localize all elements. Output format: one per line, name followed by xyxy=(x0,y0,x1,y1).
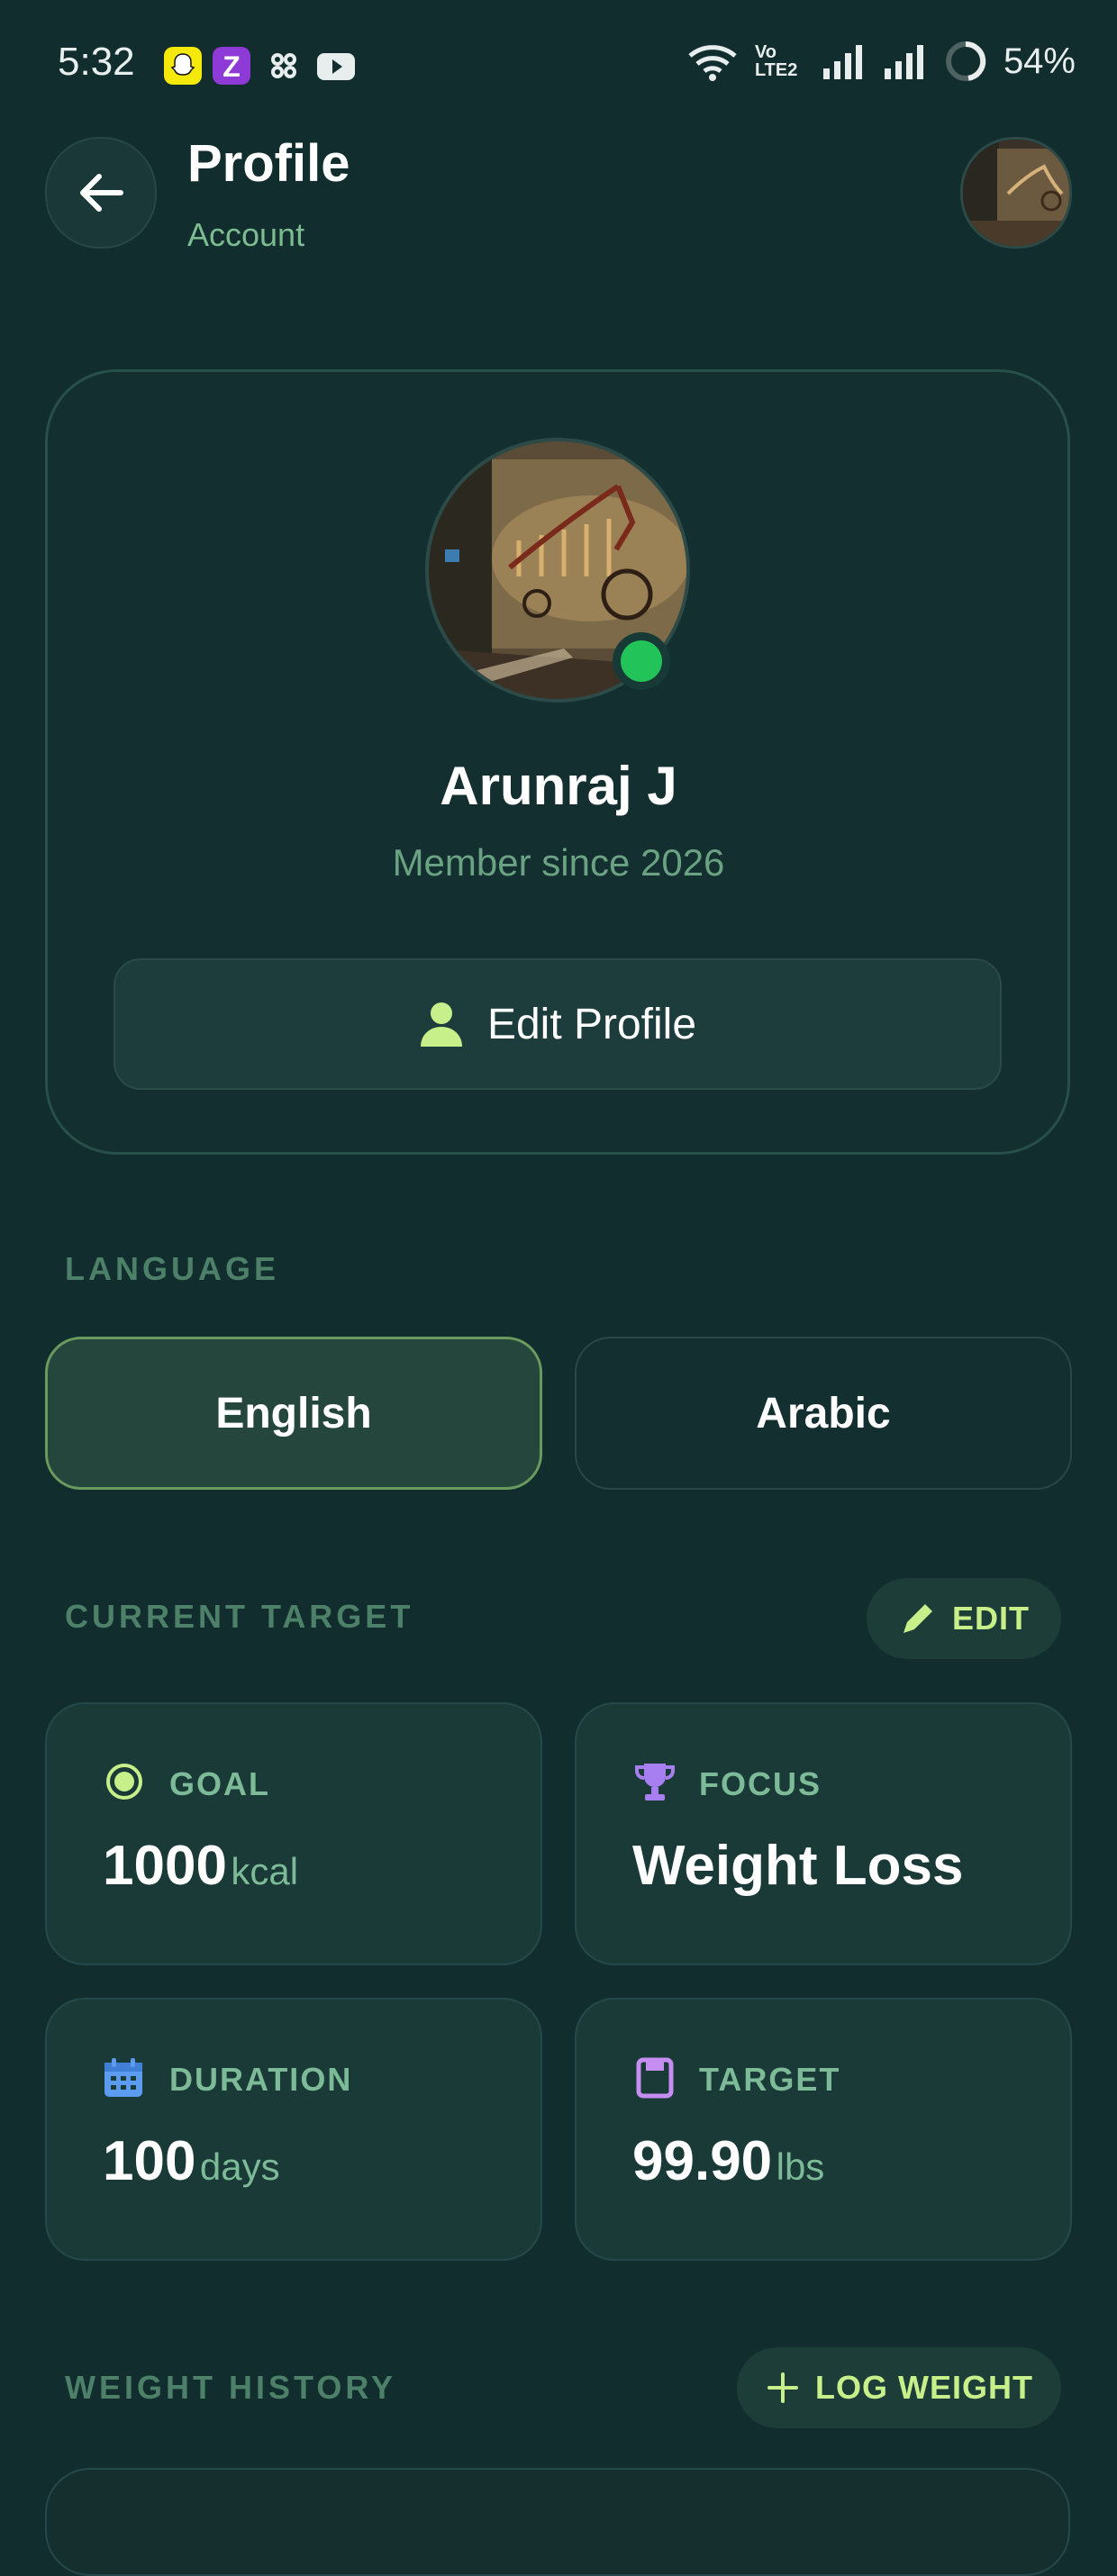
network-type: Vo LTE2 xyxy=(754,42,798,80)
edit-profile-label: Edit Profile xyxy=(486,1000,697,1048)
target-value: 99.90 xyxy=(632,2130,773,2192)
wifi-icon xyxy=(688,45,737,81)
current-target-section-label: CURRENT TARGET xyxy=(65,1598,414,1635)
youtube-icon xyxy=(315,47,355,85)
target-unit: lbs xyxy=(776,2145,825,2188)
page-title: Profile xyxy=(187,134,350,193)
duration-value-row: 100 days xyxy=(103,2129,280,2193)
target-icon xyxy=(106,1764,142,1800)
duration-label: DURATION xyxy=(169,2061,353,2098)
weight-history-card xyxy=(45,2468,1070,2576)
trophy-icon xyxy=(635,1764,675,1800)
duration-unit: days xyxy=(199,2145,280,2188)
calendar-icon xyxy=(104,2058,142,2097)
status-icons: Vo LTE2 54% xyxy=(686,40,1076,83)
focus-label: FOCUS xyxy=(699,1765,822,1802)
snapchat-icon xyxy=(164,47,202,85)
goal-label: GOAL xyxy=(169,1765,270,1802)
page-subtitle: Account xyxy=(187,216,305,253)
arrow-left-icon xyxy=(80,174,123,212)
weight-history-section-label: WEIGHT HISTORY xyxy=(65,2369,397,2406)
svg-text:Z: Z xyxy=(222,50,241,83)
signal-icon-2 xyxy=(884,45,923,79)
goal-value: 1000 xyxy=(103,1835,227,1897)
battery-ring-icon xyxy=(945,41,986,81)
edit-profile-button[interactable]: Edit Profile xyxy=(114,958,1002,1090)
log-weight-label: LOG WEIGHT xyxy=(815,2369,1033,2406)
duration-value: 100 xyxy=(103,2130,196,2192)
target-label: TARGET xyxy=(699,2061,841,2098)
language-option-arabic[interactable]: Arabic xyxy=(575,1337,1072,1490)
edit-target-button[interactable]: EDIT xyxy=(867,1578,1061,1659)
scale-icon xyxy=(636,2057,674,2099)
header-avatar[interactable] xyxy=(960,137,1072,249)
member-since: Member since 2026 xyxy=(392,841,725,884)
log-weight-button[interactable]: LOG WEIGHT xyxy=(737,2347,1061,2428)
plus-icon xyxy=(767,2372,798,2403)
edit-target-label: EDIT xyxy=(951,1600,1030,1637)
pencil-icon xyxy=(903,1604,932,1633)
goal-value-row: 1000 kcal xyxy=(103,1834,298,1898)
online-status-dot xyxy=(613,632,670,690)
language-option-english[interactable]: English xyxy=(45,1337,542,1490)
back-button[interactable] xyxy=(45,137,157,249)
person-icon xyxy=(420,1002,462,1047)
signal-icon xyxy=(822,45,862,79)
focus-value: Weight Loss xyxy=(632,1835,964,1897)
profile-name: Arunraj J xyxy=(440,756,677,816)
battery-percent: 54% xyxy=(1003,41,1076,81)
slack-icon xyxy=(265,47,303,85)
target-value-row: 99.90 lbs xyxy=(632,2129,824,2193)
status-time: 5:32 xyxy=(58,40,135,84)
language-section-label: LANGUAGE xyxy=(65,1250,279,1287)
goal-unit: kcal xyxy=(231,1850,299,1892)
zepto-icon: Z xyxy=(213,47,250,85)
